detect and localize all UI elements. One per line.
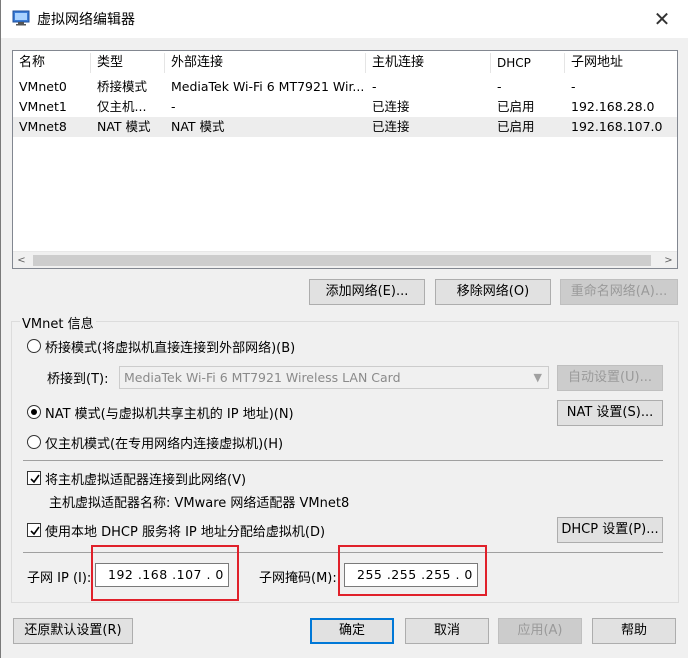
window-title: 虚拟网络编辑器: [37, 12, 135, 28]
help-button[interactable]: 帮助: [592, 618, 676, 644]
column-header-type[interactable]: 类型: [91, 51, 163, 75]
network-editor-app-icon: [12, 10, 30, 26]
remove-network-button[interactable]: 移除网络(O): [435, 279, 551, 305]
column-header-name[interactable]: 名称: [13, 51, 89, 75]
highlight-box-subnet-ip: [91, 545, 239, 601]
nat-mode-radio[interactable]: [27, 405, 41, 419]
cell-host: 已连接: [372, 119, 410, 134]
auto-settings-button[interactable]: 自动设置(U)...: [557, 365, 663, 391]
checkmark-icon: [30, 526, 40, 536]
cell-subnet: 192.168.28.0: [571, 99, 655, 114]
cell-dhcp: 已启用: [497, 99, 535, 114]
ok-button[interactable]: 确定: [310, 618, 394, 644]
add-network-button[interactable]: 添加网络(E)...: [309, 279, 425, 305]
close-icon[interactable]: ✕: [649, 6, 675, 32]
host-only-label[interactable]: 仅主机模式(在专用网络内连接虚拟机)(H): [45, 433, 283, 452]
scrollbar-thumb[interactable]: [33, 255, 651, 266]
subnet-mask-label: 子网掩码(M):: [259, 571, 337, 586]
bridged-mode-radio[interactable]: [27, 339, 41, 353]
cell-name: VMnet8: [19, 119, 67, 134]
nat-settings-button[interactable]: NAT 设置(S)...: [557, 400, 663, 426]
connect-adapter-checkbox[interactable]: [27, 471, 41, 485]
table-row-vmnet1[interactable]: VMnet1 仅主机... - 已连接 已启用 192.168.28.0: [13, 97, 677, 117]
cell-type: 桥接模式: [97, 79, 148, 94]
divider: [23, 460, 663, 461]
bridge-to-select[interactable]: MediaTek Wi-Fi 6 MT7921 Wireless LAN Car…: [119, 366, 549, 389]
bridge-to-value: MediaTek Wi-Fi 6 MT7921 Wireless LAN Car…: [124, 370, 401, 385]
table-row-vmnet8[interactable]: VMnet8 NAT 模式 NAT 模式 已连接 已启用 192.168.107…: [13, 117, 677, 137]
dhcp-checkbox[interactable]: [27, 523, 41, 537]
cell-subnet: -: [571, 79, 576, 94]
cell-external: MediaTek Wi-Fi 6 MT7921 Wir...: [171, 79, 365, 94]
nat-mode-label[interactable]: NAT 模式(与虚拟机共享主机的 IP 地址)(N): [45, 403, 294, 422]
host-only-radio[interactable]: [27, 435, 41, 449]
cancel-button[interactable]: 取消: [405, 618, 489, 644]
subnet-ip-label: 子网 IP (I):: [27, 571, 92, 586]
highlight-box-subnet-mask: [338, 545, 487, 596]
table-row-vmnet0[interactable]: VMnet0 桥接模式 MediaTek Wi-Fi 6 MT7921 Wir.…: [13, 77, 677, 97]
horizontal-scrollbar[interactable]: < >: [13, 251, 677, 268]
cell-host: 已连接: [372, 99, 410, 114]
list-header: 名称 类型 外部连接 主机连接 DHCP 子网地址: [13, 51, 677, 75]
dhcp-label[interactable]: 使用本地 DHCP 服务将 IP 地址分配给虚拟机(D): [45, 521, 325, 540]
column-header-host[interactable]: 主机连接: [366, 51, 490, 75]
cell-name: VMnet1: [19, 99, 67, 114]
bridge-to-label: 桥接到(T):: [47, 372, 109, 387]
cell-external: -: [171, 99, 176, 114]
cell-host: -: [372, 79, 377, 94]
network-list[interactable]: 名称 类型 外部连接 主机连接 DHCP 子网地址 VMnet0 桥接模式 Me…: [12, 50, 678, 269]
cell-external: NAT 模式: [171, 119, 225, 134]
rename-network-button[interactable]: 重命名网络(A)...: [560, 279, 678, 305]
scroll-left-icon[interactable]: <: [13, 252, 30, 268]
cell-type: 仅主机...: [97, 99, 147, 114]
column-header-external[interactable]: 外部连接: [165, 51, 365, 75]
column-header-subnet[interactable]: 子网地址: [565, 51, 677, 75]
checkmark-icon: [30, 474, 40, 484]
connect-adapter-label[interactable]: 将主机虚拟适配器连接到此网络(V): [45, 469, 246, 488]
vmnet-info-group-label: VMnet 信息: [20, 313, 96, 332]
virtual-network-editor-window: 虚拟网络编辑器 ✕ 名称 类型 外部连接 主机连接 DHCP 子网地址 VMne…: [0, 0, 688, 658]
scroll-right-icon[interactable]: >: [660, 252, 677, 268]
bridged-mode-label[interactable]: 桥接模式(将虚拟机直接连接到外部网络)(B): [45, 337, 295, 356]
cell-dhcp: 已启用: [497, 119, 535, 134]
column-header-dhcp[interactable]: DHCP: [491, 51, 565, 75]
title-bar: 虚拟网络编辑器 ✕: [1, 0, 688, 38]
cell-dhcp: -: [497, 79, 502, 94]
chevron-down-icon: ▼: [533, 371, 542, 384]
adapter-name-label: 主机虚拟适配器名称: VMware 网络适配器 VMnet8: [49, 496, 350, 511]
cell-name: VMnet0: [19, 79, 67, 94]
cell-subnet: 192.168.107.0: [571, 119, 663, 134]
dhcp-settings-button[interactable]: DHCP 设置(P)...: [557, 517, 663, 543]
apply-button[interactable]: 应用(A): [498, 618, 582, 644]
restore-defaults-button[interactable]: 还原默认设置(R): [13, 618, 133, 644]
cell-type: NAT 模式: [97, 119, 151, 134]
